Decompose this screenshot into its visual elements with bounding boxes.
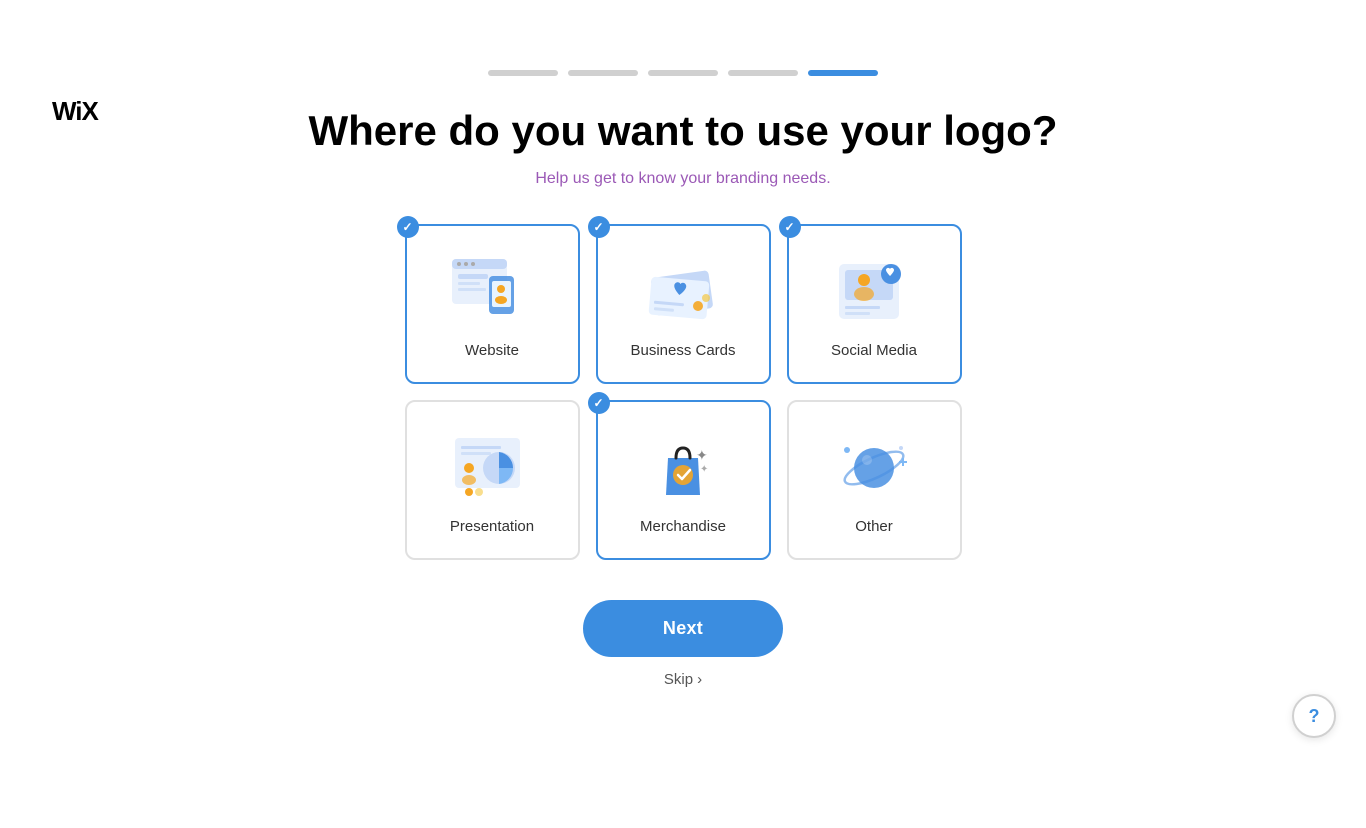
svg-text:✦: ✦ (700, 464, 708, 475)
progress-step-2 (568, 70, 638, 76)
presentation-label: Presentation (450, 518, 534, 535)
option-social-media[interactable]: ✓ Social Media (787, 224, 962, 384)
svg-text:WiX: WiX (52, 96, 100, 126)
help-icon: ? (1309, 706, 1320, 727)
skip-link[interactable]: Skip › (664, 671, 702, 688)
option-merchandise[interactable]: ✓ ✦ ✦ Merchandise (596, 400, 771, 560)
check-website: ✓ (397, 216, 419, 238)
options-grid: ✓ (405, 224, 962, 560)
option-business-cards[interactable]: ✓ Business Cards (596, 224, 771, 384)
progress-step-5 (808, 70, 878, 76)
progress-bar (0, 60, 1366, 76)
option-website[interactable]: ✓ (405, 224, 580, 384)
business-cards-icon (638, 252, 728, 332)
wix-logo: WiX (52, 96, 122, 133)
svg-text:✦: ✦ (696, 447, 708, 463)
check-social-media: ✓ (779, 216, 801, 238)
merchandise-label: Merchandise (640, 518, 726, 535)
next-button[interactable]: Next (583, 600, 783, 657)
presentation-icon (447, 428, 537, 508)
social-media-icon (829, 252, 919, 332)
progress-step-4 (728, 70, 798, 76)
other-label: Other (855, 518, 893, 535)
merchandise-icon: ✦ ✦ (638, 428, 728, 508)
skip-label: Skip (664, 671, 693, 688)
page-subtitle: Help us get to know your branding needs. (535, 170, 830, 188)
skip-arrow: › (697, 671, 702, 688)
help-button[interactable]: ? (1292, 694, 1336, 738)
progress-step-1 (488, 70, 558, 76)
check-merchandise: ✓ (588, 392, 610, 414)
page-title: Where do you want to use your logo? (308, 106, 1057, 156)
website-icon (447, 252, 537, 332)
option-other[interactable]: ✓ Other (787, 400, 962, 560)
website-label: Website (465, 342, 519, 359)
business-cards-label: Business Cards (630, 342, 735, 359)
other-icon (829, 428, 919, 508)
main-content: Where do you want to use your logo? Help… (0, 106, 1366, 688)
progress-step-3 (648, 70, 718, 76)
option-presentation[interactable]: ✓ (405, 400, 580, 560)
social-media-label: Social Media (831, 342, 917, 359)
check-business-cards: ✓ (588, 216, 610, 238)
